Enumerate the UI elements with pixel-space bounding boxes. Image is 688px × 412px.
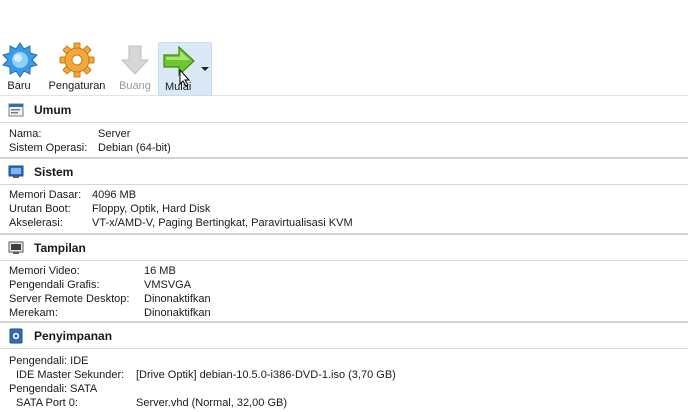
settings-button[interactable]: Pengaturan [44,42,110,96]
system-section-header[interactable]: Sistem [0,159,688,185]
storage-section-header[interactable]: Penyimpanan [0,323,688,349]
row-value: Floppy, Optik, Hard Disk [92,203,211,215]
discard-button[interactable]: Buang [114,42,156,96]
start-dropdown-arrow-icon[interactable] [201,67,209,71]
row-key: Sistem Operasi: [9,142,88,154]
display-row-graphics-controller: Pengendali Grafis: VMSVGA [9,278,688,292]
display-row-video-memory: Memori Video: 16 MB [9,264,688,278]
system-section: Sistem Memori Dasar: 4096 MB Urutan Boot… [0,159,688,230]
display-row-remote-desktop: Server Remote Desktop: Dinonaktifkan [9,292,688,306]
new-sunburst-icon [2,42,38,78]
row-key: Server Remote Desktop: [9,293,130,305]
general-section-header[interactable]: Umum [0,97,688,123]
settings-button-label: Pengaturan [48,80,106,92]
display-monitor-icon [8,241,24,254]
toolbar: Baru Pengaturan Buang Mulai [0,40,688,96]
start-button[interactable]: Mulai [158,42,212,96]
row-key: Akselerasi: [9,217,63,229]
row-value: VT-x/AMD-V, Paging Bertingkat, Paravirtu… [92,217,353,229]
row-key: IDE Master Sekunder: [16,369,125,381]
row-key: Merekam: [9,307,58,319]
general-row-os: Sistem Operasi: Debian (64-bit) [9,141,688,155]
system-row-memory: Memori Dasar: 4096 MB [9,188,688,202]
row-value: Dinonaktifkan [144,307,211,319]
row-key: Pengendali Grafis: [9,279,100,291]
system-row-boot-order: Urutan Boot: Floppy, Optik, Hard Disk [9,202,688,216]
mouse-cursor-icon [179,69,191,87]
row-value: 16 MB [144,265,176,277]
general-section: Umum Nama: Server Sistem Operasi: Debian… [0,97,688,155]
storage-row-ide-controller: Pengendali: IDE [9,354,688,368]
general-section-title: Umum [34,103,72,117]
row-value: Server.vhd (Normal, 32,00 GB) [136,397,288,409]
row-value: [Drive Optik] debian-10.5.0-i386-DVD-1.i… [136,369,396,381]
row-key: Pengendali: SATA [9,383,98,395]
row-key: Pengendali: IDE [9,355,89,367]
display-row-recording: Merekam: Dinonaktifkan [9,306,688,320]
new-button-label: Baru [7,80,31,92]
storage-section: Penyimpanan Pengendali: IDE IDE Master S… [0,323,688,410]
row-value: 4096 MB [92,189,137,201]
storage-row-sata-controller: Pengendali: SATA [9,382,688,396]
row-value: Dinonaktifkan [144,293,211,305]
new-button[interactable]: Baru [2,42,38,96]
down-arrow-icon [120,45,150,75]
window-top-area [0,0,688,40]
row-key: Memori Dasar: [9,189,82,201]
system-row-acceleration: Akselerasi: VT-x/AMD-V, Paging Bertingka… [9,216,688,230]
storage-disk-icon [9,328,23,344]
system-section-title: Sistem [34,165,74,179]
row-value: Debian (64-bit) [98,142,171,154]
storage-section-title: Penyimpanan [34,329,113,343]
system-monitor-icon [8,165,24,178]
discard-button-label: Buang [119,80,151,92]
row-key: Nama: [9,128,42,140]
row-key: Urutan Boot: [9,203,71,215]
row-key: SATA Port 0: [16,397,78,409]
general-row-name: Nama: Server [9,127,688,141]
display-section: Tampilan Memori Video: 16 MB Pengendali … [0,235,688,320]
storage-row-sata-port-0: SATA Port 0: Server.vhd (Normal, 32,00 G… [9,396,688,410]
row-value: VMSVGA [144,279,192,291]
row-value: Server [98,128,131,140]
gear-icon [59,42,95,78]
general-info-icon [8,103,24,117]
display-section-title: Tampilan [34,241,86,255]
storage-row-ide-master-secondary: IDE Master Sekunder: [Drive Optik] debia… [9,368,688,382]
row-key: Memori Video: [9,265,80,277]
display-section-header[interactable]: Tampilan [0,235,688,261]
